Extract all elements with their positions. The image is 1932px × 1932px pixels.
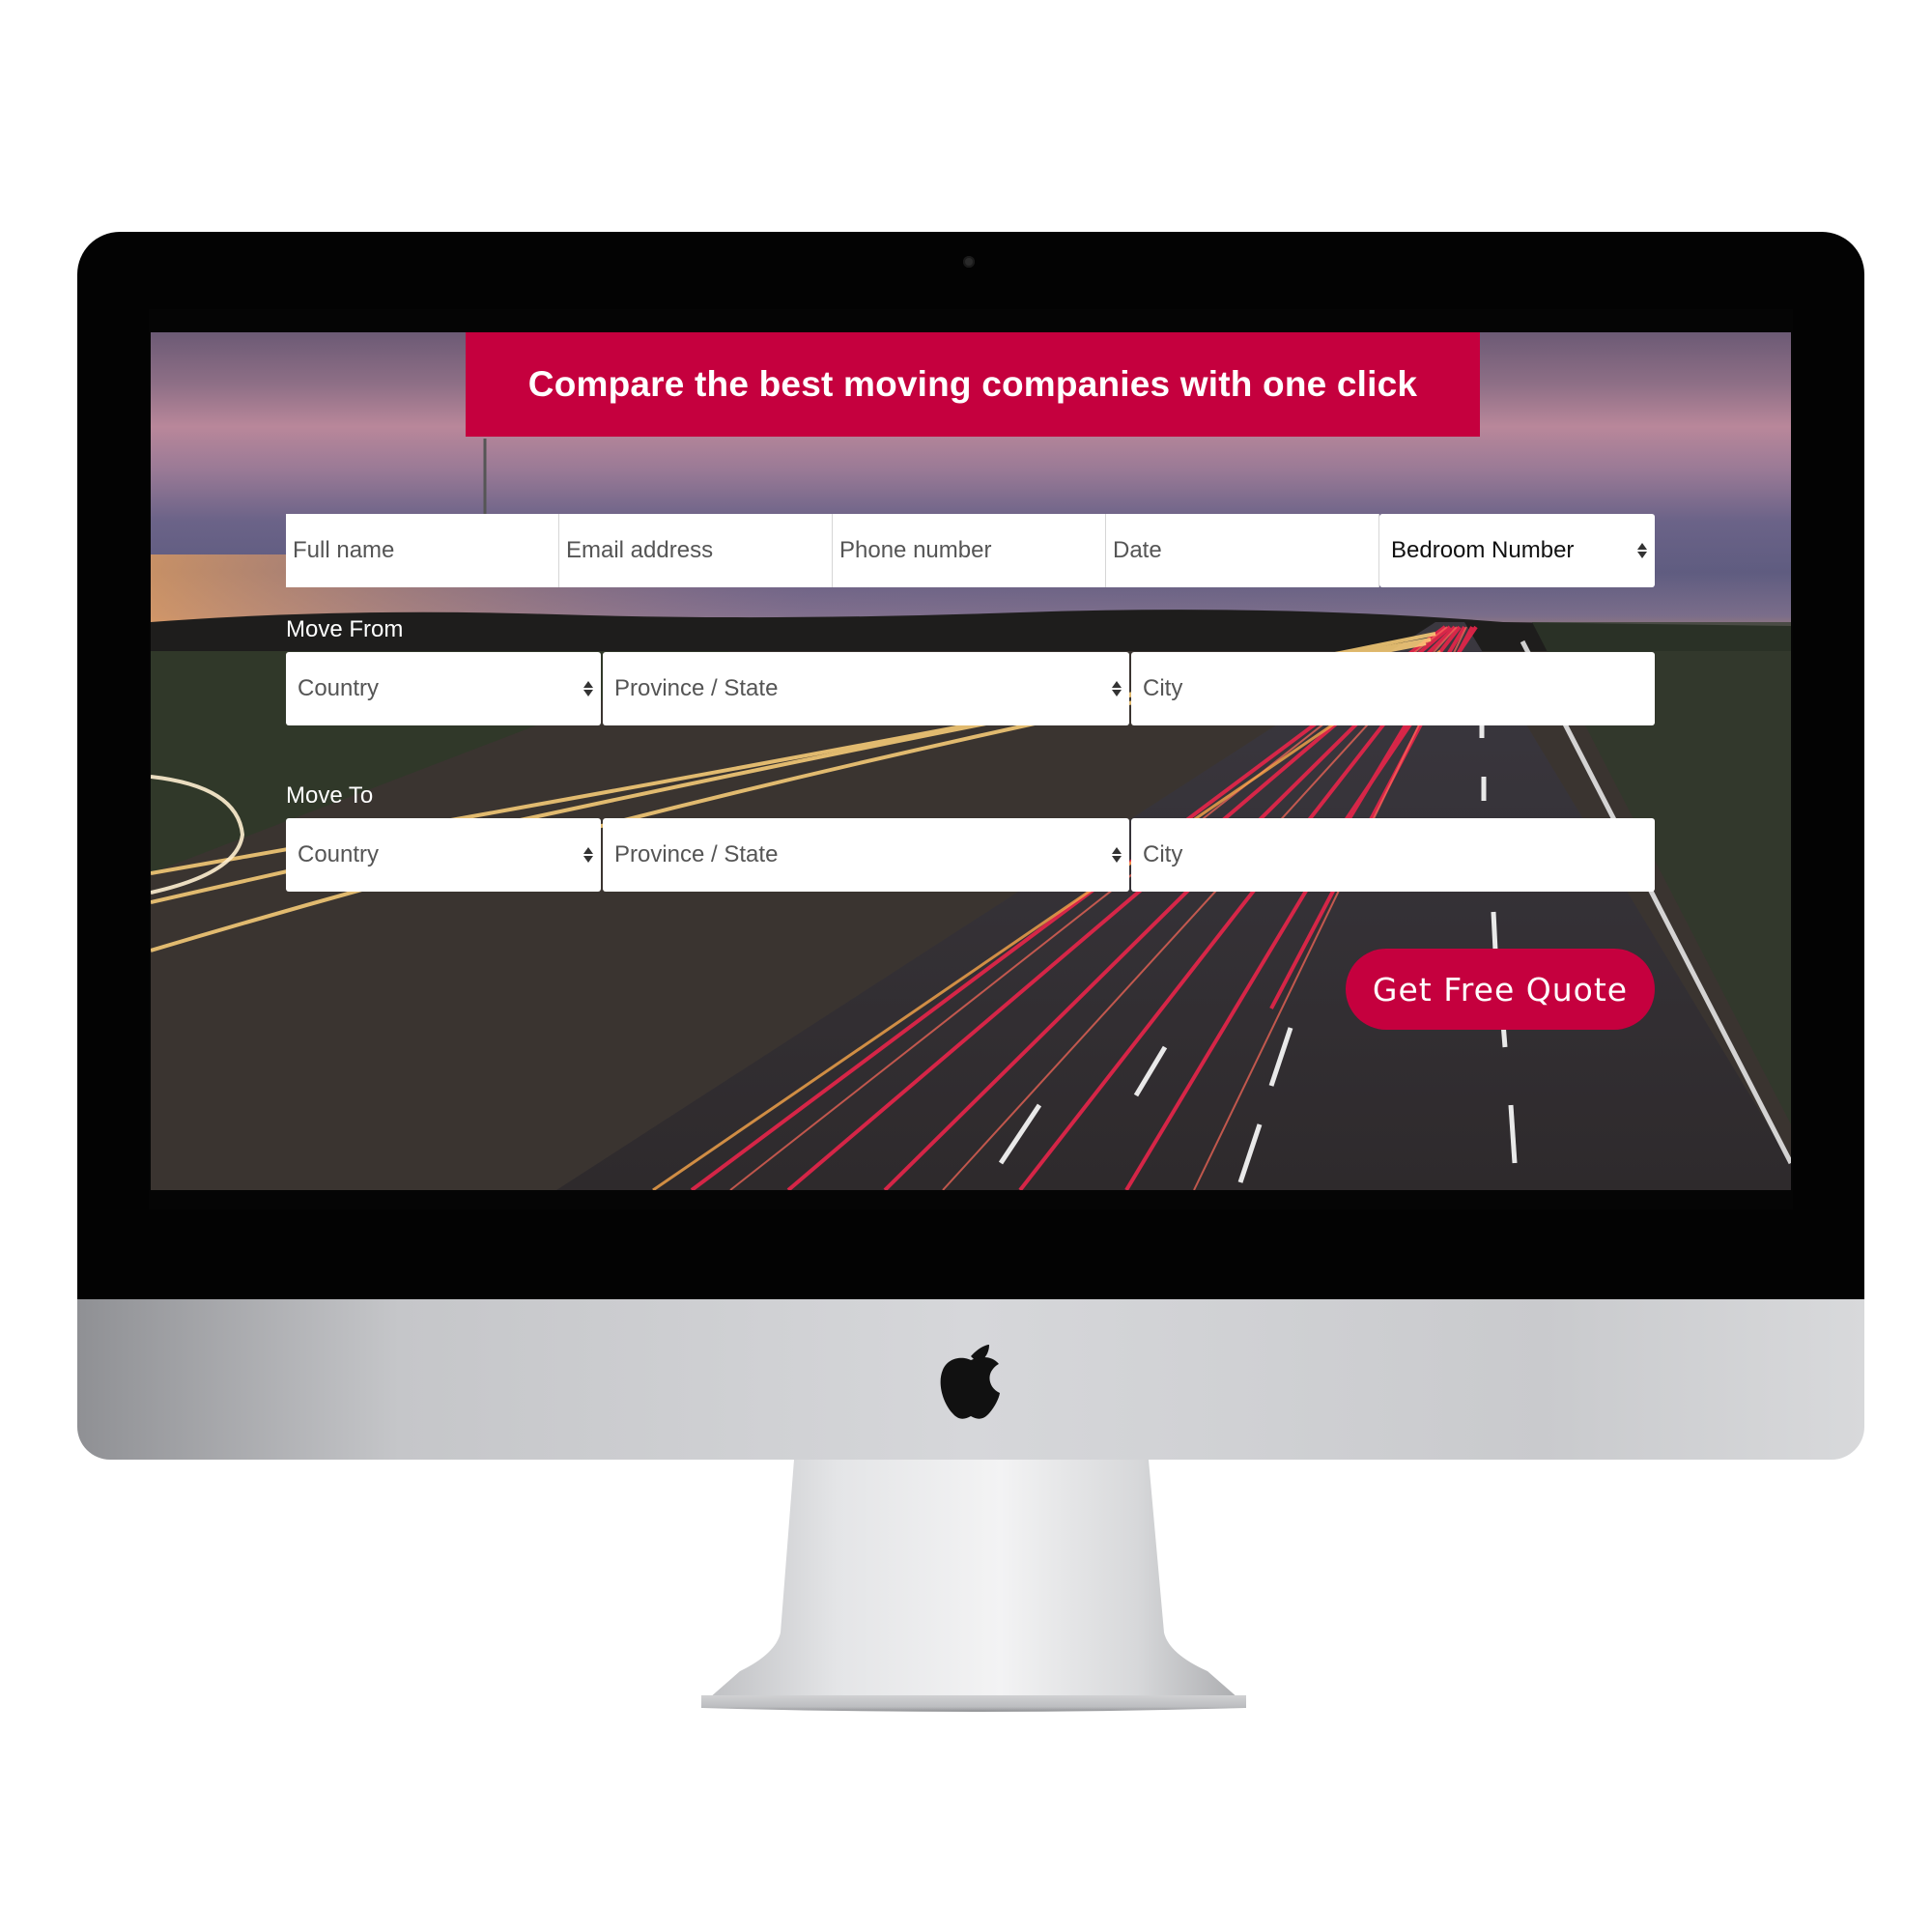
move-from-city-placeholder: City: [1143, 675, 1183, 701]
move-to-province-value: Province / State: [614, 841, 779, 867]
full-name-placeholder: Full name: [293, 537, 395, 563]
move-to-city-placeholder: City: [1143, 841, 1183, 867]
up-down-arrows-icon: [1112, 681, 1122, 696]
headline-banner: Compare the best moving companies with o…: [466, 332, 1480, 437]
move-from-country-select[interactable]: Country: [286, 652, 601, 725]
email-input[interactable]: Email address: [559, 514, 833, 587]
move-to-country-value: Country: [298, 841, 380, 867]
phone-input[interactable]: Phone number: [833, 514, 1106, 587]
date-placeholder: Date: [1113, 537, 1162, 563]
up-down-arrows-icon: [583, 681, 593, 696]
move-from-country-value: Country: [298, 675, 380, 701]
full-name-input[interactable]: Full name: [286, 514, 559, 587]
bedroom-number-value: Bedroom Number: [1391, 537, 1575, 563]
move-from-province-value: Province / State: [614, 675, 779, 701]
webcam-icon: [963, 256, 975, 268]
apple-logo-icon: [940, 1345, 1000, 1419]
get-free-quote-button[interactable]: Get Free Quote: [1346, 949, 1655, 1030]
move-to-province-select[interactable]: Province / State: [603, 818, 1129, 892]
date-input[interactable]: Date: [1106, 514, 1379, 587]
bedroom-number-select[interactable]: Bedroom Number: [1379, 514, 1655, 587]
move-from-province-select[interactable]: Province / State: [603, 652, 1129, 725]
imac-mockup: Compare the best moving companies with o…: [0, 0, 1932, 1932]
phone-placeholder: Phone number: [839, 537, 992, 563]
up-down-arrows-icon: [1112, 847, 1122, 863]
highway-background-image: [151, 439, 1791, 1190]
move-to-city-input[interactable]: City: [1131, 818, 1655, 892]
up-down-arrows-icon: [583, 847, 593, 863]
email-placeholder: Email address: [566, 537, 714, 563]
move-from-label: Move From: [286, 616, 404, 642]
screen: Compare the best moving companies with o…: [149, 309, 1793, 1209]
up-down-arrows-icon: [1637, 543, 1647, 558]
move-to-label: Move To: [286, 782, 374, 809]
move-to-country-select[interactable]: Country: [286, 818, 601, 892]
move-from-city-input[interactable]: City: [1131, 652, 1655, 725]
hero-section: Compare the best moving companies with o…: [151, 332, 1791, 1190]
headline-text: Compare the best moving companies with o…: [527, 364, 1418, 404]
